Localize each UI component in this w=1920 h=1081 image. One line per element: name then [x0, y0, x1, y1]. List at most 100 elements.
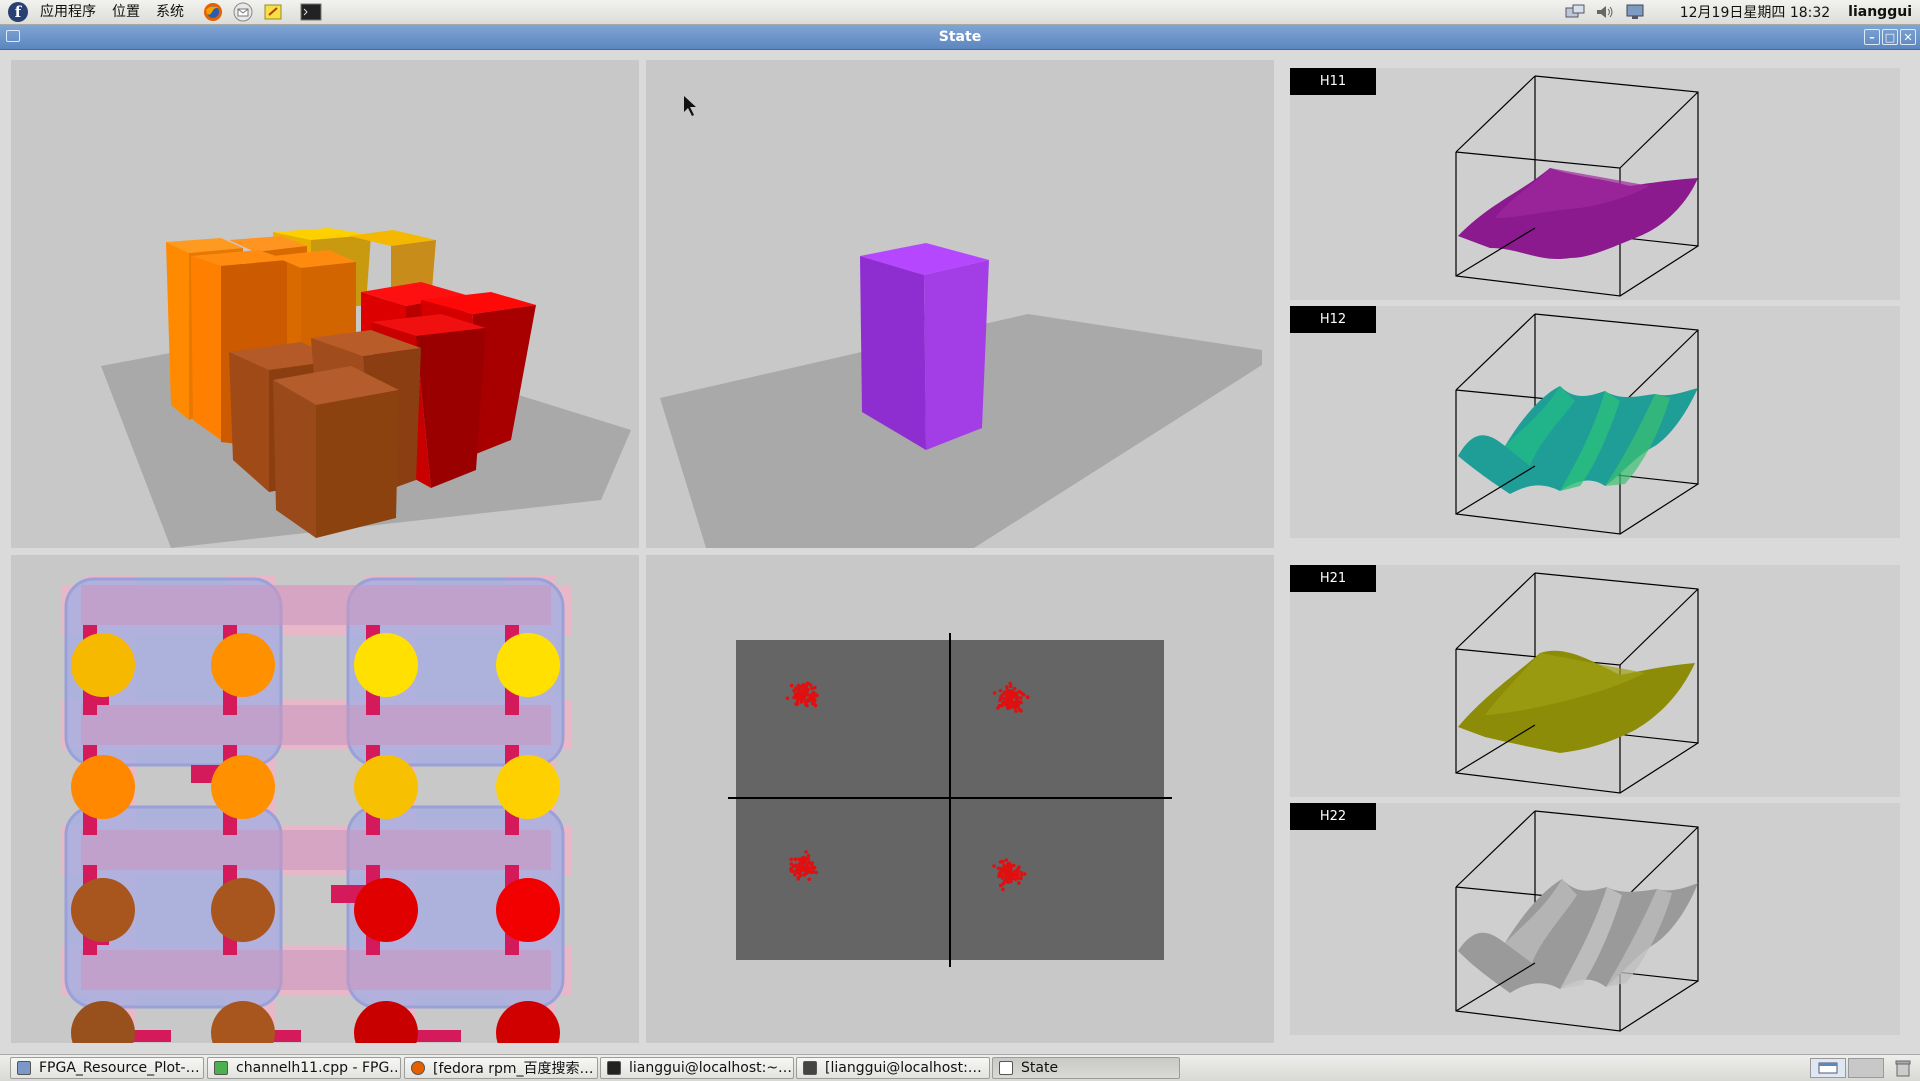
notes-icon[interactable]: [262, 1, 284, 23]
scatter-point: [1016, 705, 1020, 709]
scatter-point: [804, 701, 808, 706]
trash-icon[interactable]: [1894, 1059, 1912, 1077]
scatter-point: [998, 860, 1003, 864]
scatter-point: [1003, 879, 1007, 883]
window-icon: [999, 1061, 1013, 1075]
node: [354, 633, 418, 697]
scatter-point: [1001, 887, 1005, 892]
fedora-logo-icon[interactable]: f: [8, 2, 28, 22]
scatter-point: [807, 877, 811, 882]
constellation-view[interactable]: [646, 555, 1274, 1043]
workspace-2[interactable]: [1848, 1058, 1884, 1078]
taskbar-item-label: State: [1021, 1060, 1059, 1076]
scatter-point: [1010, 872, 1015, 876]
scatter-point: [793, 857, 798, 861]
resource-3d-bar-view[interactable]: [11, 60, 639, 548]
mail-icon[interactable]: [232, 1, 254, 23]
single-column-3d-view[interactable]: [646, 60, 1274, 548]
taskbar-item-file-manager[interactable]: FPGA_Resource_Plot-…: [10, 1057, 204, 1079]
taskbar-item-terminal-1[interactable]: lianggui@localhost:~…: [600, 1057, 794, 1079]
node-lattice-view[interactable]: [11, 555, 639, 1043]
menu-places[interactable]: 位置: [104, 0, 148, 24]
window-titlebar[interactable]: State – □ ✕: [0, 25, 1920, 50]
scatter-point: [1007, 689, 1011, 694]
taskbar-item-state[interactable]: State: [992, 1057, 1180, 1079]
scatter-point: [999, 697, 1003, 701]
scatter-point: [1008, 684, 1013, 689]
scatter-point: [1018, 696, 1023, 700]
taskbar-item-label: [fedora rpm_百度搜索…: [433, 1061, 594, 1077]
scatter-point: [789, 857, 793, 862]
scatter-point: [809, 870, 813, 875]
minimize-button[interactable]: –: [1864, 29, 1880, 45]
scatter-point: [1002, 863, 1006, 868]
scatter-point: [806, 853, 811, 858]
scatter-point: [810, 686, 814, 691]
scatter-point: [790, 869, 795, 873]
scatter-point: [814, 870, 818, 875]
node: [496, 755, 560, 819]
scatter-point: [806, 681, 810, 686]
clock[interactable]: 12月19日星期四 18:32: [1680, 2, 1830, 22]
bottom-taskbar: FPGA_Resource_Plot-… channelh11.cpp - FP…: [0, 1054, 1920, 1081]
scatter-point: [1012, 686, 1017, 691]
node: [354, 755, 418, 819]
menu-system[interactable]: 系统: [148, 0, 192, 24]
taskbar-item-browser[interactable]: [fedora rpm_百度搜索…: [404, 1057, 598, 1079]
scatter-point: [801, 690, 806, 695]
node: [71, 633, 135, 697]
terminal-icon[interactable]: [300, 1, 322, 23]
scatter-point: [1004, 858, 1009, 862]
monitor-icon[interactable]: [1624, 3, 1646, 21]
scatter-point: [796, 875, 801, 880]
scatter-point: [801, 683, 806, 687]
taskbar-item-label: FPGA_Resource_Plot-…: [39, 1060, 200, 1076]
scatter-point: [809, 696, 814, 700]
taskbar-item-terminal-2[interactable]: [lianggui@localhost:…: [796, 1057, 990, 1079]
folder-icon: [17, 1061, 31, 1075]
h12-surface-panel[interactable]: H12: [1290, 306, 1900, 538]
scatter-point: [811, 866, 816, 870]
user-menu[interactable]: lianggui: [1848, 4, 1912, 20]
node: [71, 755, 135, 819]
scatter-point: [1015, 871, 1019, 876]
scatter-point: [1008, 866, 1013, 871]
network-icon[interactable]: [1564, 3, 1586, 21]
bar-brown-3: [273, 366, 399, 538]
scatter-point: [1000, 703, 1004, 708]
h22-surface-panel[interactable]: H22: [1290, 803, 1900, 1035]
scatter-point: [792, 688, 796, 693]
scatter-point: [804, 850, 808, 854]
top-panel: f 应用程序 位置 系统 12月19日星期四 18:32 lianggui: [0, 0, 1920, 25]
scatter-point: [1016, 876, 1020, 880]
scatter-point: [802, 873, 806, 877]
scatter-point: [810, 863, 814, 867]
taskbar-item-label: channelh11.cpp - FPG…: [236, 1060, 401, 1076]
scatter-point: [789, 683, 794, 688]
scatter-point: [805, 698, 810, 702]
state-app: H11 H12 H21 H22: [0, 50, 1920, 1054]
close-button[interactable]: ✕: [1900, 29, 1916, 45]
scatter-point: [796, 692, 800, 696]
scatter-point: [1017, 865, 1021, 869]
scatter-point: [800, 862, 804, 866]
taskbar-item-editor[interactable]: channelh11.cpp - FPG…: [207, 1057, 401, 1079]
workspace-1[interactable]: [1810, 1058, 1846, 1078]
scatter-point: [794, 701, 798, 706]
node: [354, 878, 418, 942]
scatter-point: [1014, 709, 1018, 713]
scatter-point: [1005, 700, 1010, 705]
scatter-point: [1011, 876, 1015, 881]
volume-icon[interactable]: [1594, 3, 1616, 21]
h21-surface-panel[interactable]: H21: [1290, 565, 1900, 797]
scatter-point: [1023, 872, 1027, 876]
h11-surface-panel[interactable]: H11: [1290, 68, 1900, 300]
scatter-point: [1006, 693, 1011, 698]
menu-applications[interactable]: 应用程序: [32, 0, 104, 24]
firefox-icon[interactable]: [202, 1, 224, 23]
scatter-point: [800, 856, 805, 860]
maximize-button[interactable]: □: [1882, 29, 1898, 45]
scatter-point: [795, 698, 800, 702]
scatter-point: [1001, 868, 1006, 872]
window-title: State: [938, 29, 982, 45]
